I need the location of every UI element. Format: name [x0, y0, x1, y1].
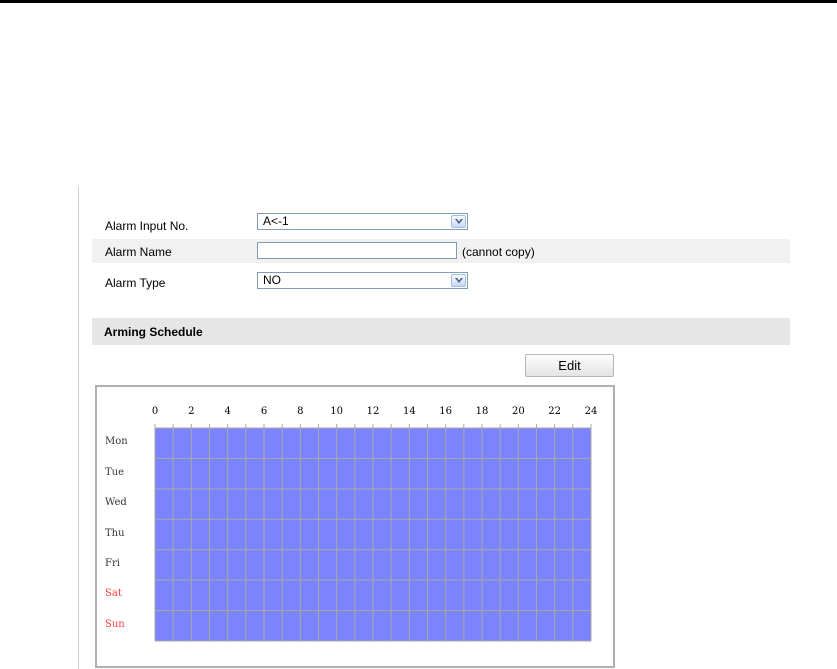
schedule-grid[interactable]	[0, 0, 837, 669]
